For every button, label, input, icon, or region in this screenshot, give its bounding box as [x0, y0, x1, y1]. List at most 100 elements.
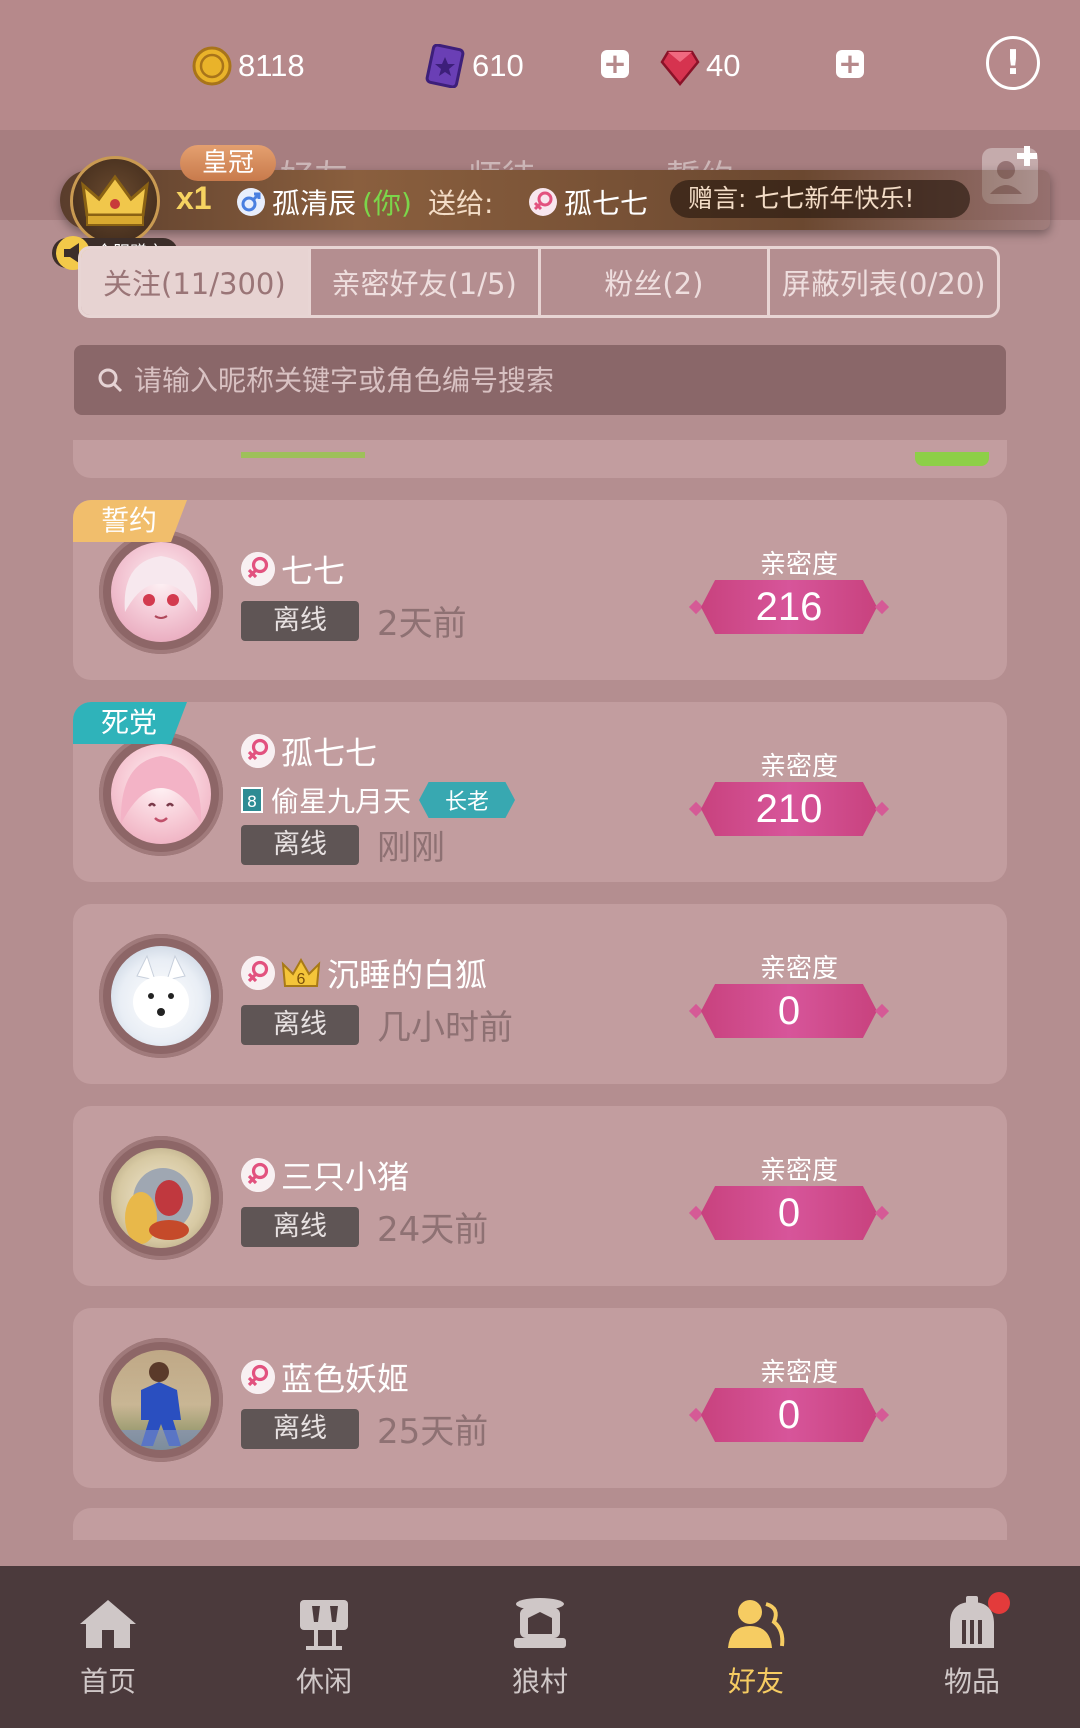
intimacy-ornament-right: [874, 1407, 890, 1423]
friend-card-partial[interactable]: [73, 1508, 1007, 1540]
nav-label: 物品: [943, 1665, 1000, 1698]
avatar-frame: [99, 530, 223, 654]
gem-count: 40: [706, 48, 741, 83]
nav-items[interactable]: 物品: [864, 1566, 1080, 1728]
you-label: (你): [362, 187, 412, 220]
friend-card-partial[interactable]: [73, 440, 1007, 478]
avatar-frame: [99, 732, 223, 856]
level-bar: [241, 452, 365, 458]
guild-level: 8: [246, 792, 258, 811]
avatar[interactable]: [111, 946, 211, 1046]
intimacy-value: 0: [701, 984, 877, 1038]
nav-friends[interactable]: 好友: [648, 1566, 864, 1728]
friend-name: 孤七七: [281, 734, 378, 772]
online-action-button[interactable]: [915, 452, 989, 466]
guild-title-row: 8 偷星九月天 长老: [241, 780, 516, 820]
intimacy-ornament-left: [688, 1205, 704, 1221]
coin-balance: 8118: [192, 42, 305, 90]
coin-count: 8118: [238, 48, 305, 83]
intimacy-label: 亲密度: [759, 550, 838, 580]
search-icon: [98, 368, 123, 393]
search-bar[interactable]: [74, 345, 1006, 415]
female-icon: [241, 956, 275, 990]
friend-status-row: 离线 24天前: [241, 1202, 488, 1251]
coin-icon: [192, 46, 232, 86]
segment-following[interactable]: 关注(11/300): [81, 249, 311, 315]
female-icon: [241, 734, 275, 768]
friend-name: 三只小猪: [281, 1158, 410, 1196]
card-icon: [425, 44, 465, 88]
last-online: 2天前: [377, 604, 467, 644]
exclamation-icon: !: [1005, 43, 1021, 83]
segment-fans[interactable]: 粉丝(2): [541, 249, 771, 315]
sender-name: 孤清辰: [272, 187, 357, 220]
friend-status-row: 离线 2天前: [241, 596, 467, 645]
avatar[interactable]: [111, 1350, 211, 1450]
send-to-label: 送给:: [428, 187, 494, 220]
currency-bar: [0, 0, 1080, 130]
friend-name-row: 三只小猪: [241, 1152, 409, 1198]
gem-balance: 40: [660, 42, 740, 90]
gift-sender: 孤清辰 (你): [236, 182, 412, 222]
avatar-cartoon-cat-icon: [125, 1168, 193, 1244]
avatar[interactable]: [111, 744, 211, 844]
friend-name-row: 蓝色妖姬: [241, 1354, 409, 1400]
friend-name-row: 孤七七: [241, 728, 377, 774]
avatar-anime-girl-icon: [120, 756, 202, 824]
friend-status-row: 离线 25天前: [241, 1404, 488, 1453]
add-gems-button[interactable]: +: [836, 50, 864, 78]
nav-home[interactable]: 首页: [0, 1566, 216, 1728]
friend-list[interactable]: 誓约 七七 离线 2天前 亲密度 216 死党 孤七七 8 偷星九月天 长老 离…: [0, 440, 1080, 1540]
relation-tag: 誓约: [73, 500, 188, 542]
intimacy-value: 216: [701, 580, 877, 634]
friend-card[interactable]: 死党 孤七七 8 偷星九月天 长老 离线 刚刚 亲密度 210: [73, 702, 1007, 882]
segment-close-friends[interactable]: 亲密好友(1/5): [311, 249, 541, 315]
nav-wolf-village[interactable]: 狼村: [432, 1566, 648, 1728]
nav-label: 首页: [79, 1665, 136, 1698]
home-icon: [80, 1600, 136, 1648]
leisure-icon: [300, 1600, 348, 1650]
friends-icon: [728, 1600, 785, 1648]
nav-label: 休闲: [295, 1665, 352, 1698]
guild-name: 偷星九月天: [271, 785, 412, 818]
friend-card[interactable]: 6 沉睡的白狐 离线 几小时前 亲密度 0: [73, 904, 1007, 1084]
intimacy-ornament-left: [688, 1003, 704, 1019]
avatar-frame: [99, 1136, 223, 1260]
offline-badge: 离线: [241, 1004, 359, 1045]
search-input[interactable]: [132, 362, 996, 398]
avatar-white-fox-icon: [133, 954, 189, 1028]
intimacy-label: 亲密度: [759, 1358, 838, 1388]
friend-list-segments: 关注(11/300) 亲密好友(1/5) 粉丝(2) 屏蔽列表(0/20): [78, 246, 1000, 318]
friend-card[interactable]: 三只小猪 离线 24天前 亲密度 0: [73, 1106, 1007, 1286]
avatar[interactable]: [111, 542, 211, 642]
avatar[interactable]: [111, 1148, 211, 1248]
friend-name: 七七: [281, 552, 346, 590]
intimacy-label: 亲密度: [759, 954, 838, 984]
friend-status-row: 离线 几小时前: [241, 1000, 513, 1049]
vip-level: 6: [297, 971, 306, 988]
gem-icon: [660, 50, 700, 86]
friend-name: 蓝色妖姬: [281, 1360, 410, 1398]
friend-card[interactable]: 誓约 七七 离线 2天前 亲密度 216: [73, 500, 1007, 680]
friend-card[interactable]: 蓝色妖姬 离线 25天前 亲密度 0: [73, 1308, 1007, 1488]
nav-label: 好友: [727, 1665, 784, 1698]
avatar-person-photo-icon: [111, 1362, 211, 1450]
intimacy-ornament-right: [874, 1003, 890, 1019]
gift-count: x1: [176, 180, 212, 216]
offline-badge: 离线: [241, 600, 359, 641]
receiver-name: 孤七七: [564, 187, 649, 220]
intimacy-ornament-left: [688, 1407, 704, 1423]
intimacy-ornament-right: [874, 1205, 890, 1221]
avatar-anime-girl-icon: [124, 556, 198, 619]
last-online: 25天前: [377, 1412, 489, 1452]
add-cards-button[interactable]: +: [601, 50, 629, 78]
nav-label: 狼村: [511, 1665, 568, 1698]
notice-button[interactable]: !: [986, 36, 1040, 90]
friend-name-row: 6 沉睡的白狐: [241, 950, 487, 996]
segment-blocked[interactable]: 屏蔽列表(0/20): [770, 249, 997, 315]
intimacy-value: 0: [701, 1388, 877, 1442]
friend-name: 沉睡的白狐: [327, 956, 488, 994]
guild-level-icon: 8: [241, 787, 263, 813]
card-balance: 610: [424, 42, 524, 90]
nav-leisure[interactable]: 休闲: [216, 1566, 432, 1728]
